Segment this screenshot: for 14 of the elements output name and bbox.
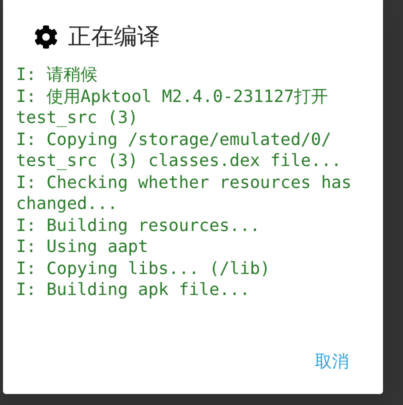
- log-line: I: 请稍候: [16, 64, 98, 86]
- cancel-button[interactable]: 取消: [311, 346, 353, 378]
- log-line: I: Building apk file...: [16, 279, 250, 300]
- log-line: I: Copying /storage/emulated/0/: [16, 128, 332, 150]
- log-line: I: 使用Apktool M2.4.0-231127打开: [16, 86, 328, 107]
- log-line: changed...: [16, 193, 118, 214]
- settings-icon: [34, 25, 58, 49]
- dialog-title: 正在编译: [68, 23, 160, 52]
- log-line: test_src (3) classes.dex file...: [16, 150, 342, 172]
- log-line: I: Building resources...: [16, 214, 260, 236]
- log-line: test_src (3): [16, 107, 138, 128]
- log-line: I: Checking whether resources has: [16, 172, 352, 193]
- log-line: I: Using aapt: [16, 236, 148, 258]
- log-line: I: Copying libs... (/lib): [16, 258, 270, 279]
